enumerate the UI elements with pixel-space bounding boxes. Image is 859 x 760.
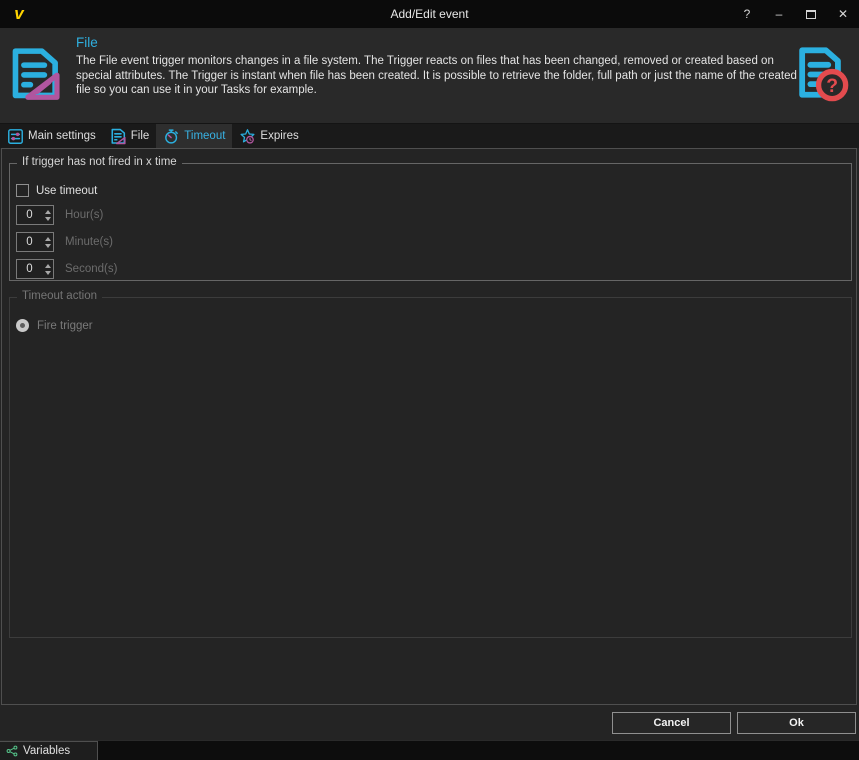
- minutes-label: Minute(s): [65, 236, 113, 248]
- seconds-row: 0 Second(s): [16, 259, 117, 279]
- use-timeout-label: Use timeout: [36, 184, 98, 197]
- seconds-value: 0: [26, 263, 33, 275]
- description-line: The File event trigger monitors changes …: [76, 55, 774, 67]
- minimize-button[interactable]: –: [763, 0, 795, 28]
- description-line: special attributes. The Trigger is insta…: [76, 69, 797, 82]
- share-nodes-icon: [6, 745, 18, 757]
- radio-dot: [20, 323, 25, 328]
- sliders-icon: [8, 128, 23, 144]
- tab-timeout[interactable]: Timeout: [156, 124, 233, 148]
- tab-main-settings[interactable]: Main settings: [0, 124, 103, 148]
- spinner-arrows: [42, 206, 53, 224]
- use-timeout-checkbox[interactable]: [16, 184, 29, 197]
- group-title: Timeout action: [17, 290, 102, 302]
- minutes-spinner[interactable]: 0: [16, 232, 54, 252]
- spin-up-icon[interactable]: [44, 209, 51, 214]
- cancel-button[interactable]: Cancel: [612, 712, 731, 734]
- hours-label: Hour(s): [65, 209, 104, 221]
- timeout-settings-group: If trigger has not fired in x time Use t…: [9, 156, 852, 281]
- hours-spinner[interactable]: 0: [16, 205, 54, 225]
- tab-expires[interactable]: Expires: [232, 124, 305, 148]
- file-change-icon: [12, 48, 60, 100]
- add-edit-event-window: v Add/Edit event ? – ✕ File The File eve…: [0, 0, 859, 760]
- seconds-spinner[interactable]: 0: [16, 259, 54, 279]
- help-button[interactable]: ?: [731, 0, 763, 28]
- spinner-arrows: [42, 260, 53, 278]
- file-help-icon: ?: [799, 47, 849, 102]
- tab-label: File: [130, 130, 150, 142]
- spin-down-icon[interactable]: [44, 216, 51, 221]
- app-logo-icon: v: [14, 4, 24, 23]
- ok-button[interactable]: Ok: [737, 712, 856, 734]
- header-banner: File The File event trigger monitors cha…: [0, 28, 859, 123]
- title-bar: v Add/Edit event ? – ✕: [0, 0, 859, 28]
- maximize-icon: [806, 9, 816, 19]
- event-type-title: File: [76, 35, 98, 50]
- group-title: If trigger has not fired in x time: [17, 156, 182, 168]
- spinner-arrows: [42, 233, 53, 251]
- description-line: file so you can use it in your Tasks for…: [76, 84, 317, 96]
- variables-panel-tab[interactable]: Variables: [0, 741, 98, 760]
- fire-trigger-label: Fire trigger: [37, 319, 93, 332]
- minutes-value: 0: [26, 236, 33, 248]
- spin-down-icon[interactable]: [44, 243, 51, 248]
- window-controls: ? – ✕: [731, 0, 859, 28]
- minutes-row: 0 Minute(s): [16, 232, 113, 252]
- use-timeout-row: Use timeout: [16, 184, 97, 197]
- file-change-icon: [111, 128, 126, 144]
- hours-value: 0: [26, 209, 33, 221]
- timeout-tab-page: If trigger has not fired in x time Use t…: [1, 148, 857, 705]
- variables-label: Variables: [23, 745, 71, 757]
- spin-up-icon[interactable]: [44, 236, 51, 241]
- status-bar: Variables: [0, 740, 859, 760]
- stopwatch-icon: [165, 128, 179, 144]
- star-clock-icon: [240, 128, 255, 144]
- fire-trigger-row: Fire trigger: [16, 319, 93, 332]
- timeout-action-group: Timeout action Fire trigger: [9, 290, 852, 638]
- svg-text:?: ?: [826, 76, 838, 97]
- close-button[interactable]: ✕: [827, 0, 859, 28]
- maximize-button[interactable]: [795, 0, 827, 28]
- tab-label: Expires: [260, 130, 299, 142]
- window-title: Add/Edit event: [390, 7, 469, 21]
- seconds-label: Second(s): [65, 263, 118, 275]
- tab-label: Timeout: [184, 130, 226, 142]
- spin-down-icon[interactable]: [44, 270, 51, 275]
- tab-strip: Main settings File Timeout Expires: [0, 123, 859, 148]
- event-type-description: The File event trigger monitors changes …: [76, 54, 797, 98]
- hours-row: 0 Hour(s): [16, 205, 103, 225]
- fire-trigger-radio[interactable]: [16, 319, 29, 332]
- tab-file[interactable]: File: [103, 124, 157, 148]
- spin-up-icon[interactable]: [44, 263, 51, 268]
- tab-label: Main settings: [28, 130, 96, 142]
